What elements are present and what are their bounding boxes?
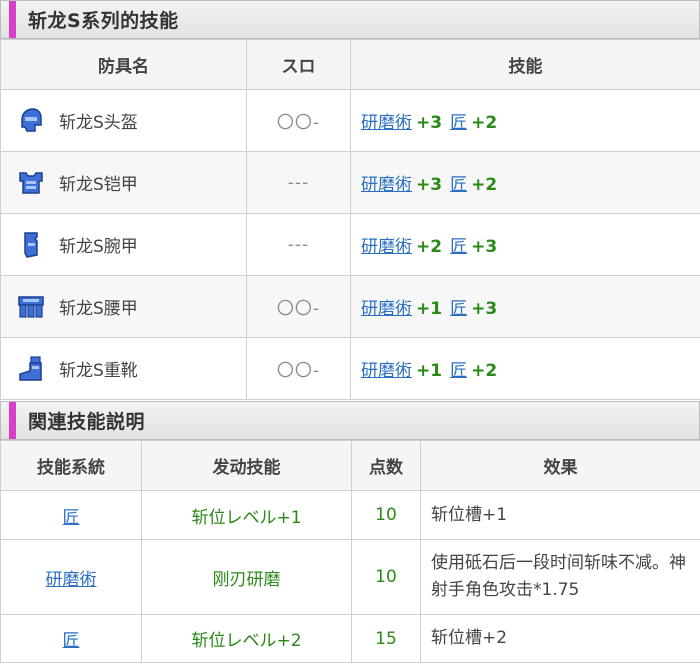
armor-section-header: 斩龙S系列的技能 bbox=[0, 0, 700, 39]
skill-points: +2 bbox=[471, 361, 498, 381]
skill-link-grinding[interactable]: 研磨術 bbox=[361, 175, 412, 195]
related-skills-table: 技能系統 发动技能 点数 效果 匠 斩位レベル+1 10 斩位槽+1 研磨術 刚… bbox=[0, 440, 700, 663]
slot-value: 〇〇- bbox=[246, 89, 351, 152]
armor-section-title: 斩龙S系列的技能 bbox=[28, 10, 179, 32]
table-row: 斩龙S腰甲 〇〇- 研磨術 +1 匠 +3 bbox=[0, 275, 700, 338]
armor-name-cell: 斩龙S头盔 bbox=[0, 89, 247, 152]
column-header-activated-skill: 发动技能 bbox=[141, 440, 352, 491]
table-row: 斩龙S腕甲 --- 研磨術 +2 匠 +3 bbox=[0, 213, 700, 276]
table-row: 斩龙S头盔 〇〇- 研磨術 +3 匠 +2 bbox=[0, 89, 700, 152]
skill-effect: 斩位槽+1 bbox=[420, 490, 700, 540]
waist-armor-icon bbox=[18, 295, 44, 318]
skill-points: +2 bbox=[471, 113, 498, 133]
skill-link-artisan[interactable]: 匠 bbox=[450, 361, 467, 381]
skill-points: +1 bbox=[416, 299, 443, 319]
related-section-title: 関連技能説明 bbox=[28, 411, 146, 433]
skill-link-artisan[interactable]: 匠 bbox=[450, 237, 467, 257]
armor-name-cell: 斩龙S重靴 bbox=[0, 337, 247, 400]
skill-system-cell: 匠 bbox=[0, 490, 142, 540]
skill-link-grinding[interactable]: 研磨術 bbox=[46, 570, 97, 590]
skill-effect: 使用砥石后一段时间斩味不减。神射手角色攻击*1.75 bbox=[420, 539, 700, 615]
slot-value: 〇〇- bbox=[246, 275, 351, 338]
skill-system-cell: 匠 bbox=[0, 614, 142, 663]
skill-link-grinding[interactable]: 研磨術 bbox=[361, 237, 412, 257]
table-row: 斩龙S铠甲 --- 研磨術 +3 匠 +2 bbox=[0, 151, 700, 214]
armor-name-cell: 斩龙S腰甲 bbox=[0, 275, 247, 338]
skill-points-required: 10 bbox=[351, 539, 421, 615]
arm-guard-icon bbox=[24, 231, 38, 258]
skill-cell: 研磨術 +1 匠 +3 bbox=[350, 275, 700, 338]
chest-armor-icon bbox=[19, 171, 43, 194]
activated-skill: 刚刃研磨 bbox=[141, 539, 352, 615]
armor-name: 斩龙S铠甲 bbox=[59, 175, 138, 195]
skill-points-required: 10 bbox=[351, 490, 421, 540]
column-header-effect: 效果 bbox=[420, 440, 700, 491]
armor-name-cell: 斩龙S腕甲 bbox=[0, 213, 247, 276]
skill-cell: 研磨術 +3 匠 +2 bbox=[350, 151, 700, 214]
skill-link-artisan[interactable]: 匠 bbox=[450, 299, 467, 319]
table-row: 斩龙S重靴 〇〇- 研磨術 +1 匠 +2 bbox=[0, 337, 700, 400]
skill-link-grinding[interactable]: 研磨術 bbox=[361, 361, 412, 381]
skill-link-grinding[interactable]: 研磨術 bbox=[361, 113, 412, 133]
skill-system-cell: 研磨術 bbox=[0, 539, 142, 615]
column-header-points: 点数 bbox=[351, 440, 421, 491]
skill-link-artisan[interactable]: 匠 bbox=[450, 113, 467, 133]
slot-value: --- bbox=[246, 151, 351, 214]
skill-points: +3 bbox=[471, 237, 498, 257]
activated-skill: 斩位レベル+1 bbox=[141, 490, 352, 540]
skill-link-artisan[interactable]: 匠 bbox=[63, 631, 80, 651]
column-header-skills: 技能 bbox=[350, 39, 700, 90]
activated-skill: 斩位レベル+2 bbox=[141, 614, 352, 663]
skill-points: +2 bbox=[471, 175, 498, 195]
skill-points: +1 bbox=[416, 361, 443, 381]
armor-skills-table: 防具名 スロ 技能 斩龙S头盔 〇〇- 研磨術 +3 匠 +2 斩龙S铠甲 --… bbox=[0, 39, 700, 400]
table-row: 研磨術 刚刃研磨 10 使用砥石后一段时间斩味不减。神射手角色攻击*1.75 bbox=[0, 539, 700, 615]
armor-name: 斩龙S腕甲 bbox=[59, 237, 138, 257]
armor-name-cell: 斩龙S铠甲 bbox=[0, 151, 247, 214]
table-row: 匠 斩位レベル+2 15 斩位槽+2 bbox=[0, 614, 700, 663]
skill-points: +2 bbox=[416, 237, 443, 257]
slot-value: --- bbox=[246, 213, 351, 276]
helmet-icon bbox=[21, 107, 42, 132]
skill-points: +3 bbox=[416, 113, 443, 133]
armor-name: 斩龙S头盔 bbox=[59, 113, 138, 133]
skill-link-artisan[interactable]: 匠 bbox=[63, 508, 80, 528]
column-header-skill-system: 技能系統 bbox=[0, 440, 142, 491]
skill-link-artisan[interactable]: 匠 bbox=[450, 175, 467, 195]
related-section-header: 関連技能説明 bbox=[0, 401, 700, 440]
skill-points: +3 bbox=[416, 175, 443, 195]
skill-points: +3 bbox=[471, 299, 498, 319]
skill-link-grinding[interactable]: 研磨術 bbox=[361, 299, 412, 319]
table-row: 匠 斩位レベル+1 10 斩位槽+1 bbox=[0, 490, 700, 540]
boots-icon bbox=[19, 355, 42, 381]
table-header-row: 技能系統 发动技能 点数 效果 bbox=[0, 440, 700, 491]
skill-points-required: 15 bbox=[351, 614, 421, 663]
slot-value: 〇〇- bbox=[246, 337, 351, 400]
armor-name: 斩龙S腰甲 bbox=[59, 299, 138, 319]
skill-effect: 斩位槽+2 bbox=[420, 614, 700, 663]
armor-name: 斩龙S重靴 bbox=[59, 361, 138, 381]
section-accent-bar bbox=[9, 402, 16, 439]
section-accent-bar bbox=[9, 1, 16, 38]
table-header-row: 防具名 スロ 技能 bbox=[0, 39, 700, 90]
skill-cell: 研磨術 +2 匠 +3 bbox=[350, 213, 700, 276]
skill-cell: 研磨術 +1 匠 +2 bbox=[350, 337, 700, 400]
column-header-slots: スロ bbox=[246, 39, 351, 90]
skill-cell: 研磨術 +3 匠 +2 bbox=[350, 89, 700, 152]
column-header-armor-name: 防具名 bbox=[0, 39, 247, 90]
